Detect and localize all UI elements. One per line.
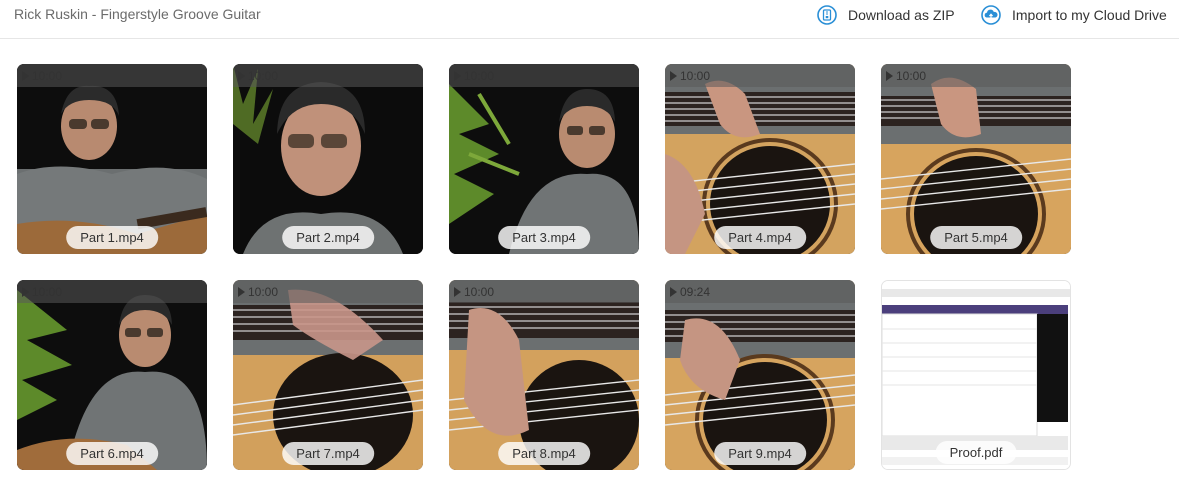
file-name: Part 4.mp4	[714, 226, 806, 249]
file-name: Part 7.mp4	[282, 442, 374, 465]
duration-bar: 10:00	[665, 64, 855, 87]
file-name: Part 9.mp4	[714, 442, 806, 465]
video-duration: 10:00	[248, 284, 279, 299]
video-duration: 10:00	[32, 68, 63, 83]
cloud-upload-icon	[981, 5, 1001, 25]
import-cloud-drive-button[interactable]: Import to my Cloud Drive	[981, 4, 1167, 26]
file-tile[interactable]: 10:00 Part 4.mp4	[665, 64, 855, 254]
duration-bar: 10:00	[881, 64, 1071, 87]
file-tile[interactable]: 10:00 Part 7.mp4	[233, 280, 423, 470]
file-tile[interactable]: 09:24 Part 9.mp4	[665, 280, 855, 470]
file-name: Part 5.mp4	[930, 226, 1022, 249]
play-icon	[238, 70, 245, 81]
video-duration: 10:00	[464, 284, 495, 299]
play-icon	[670, 70, 677, 81]
play-icon	[454, 286, 461, 297]
download-zip-label: Download as ZIP	[848, 7, 955, 23]
play-icon	[886, 70, 893, 81]
file-name: Part 3.mp4	[498, 226, 590, 249]
file-name: Proof.pdf	[935, 441, 1017, 464]
file-tile[interactable]: 10:00 Part 1.mp4	[17, 64, 207, 254]
duration-bar: 10:00	[233, 64, 423, 87]
file-tile[interactable]: 10:00 Part 8.mp4	[449, 280, 639, 470]
duration-bar: 10:00	[449, 280, 639, 303]
file-name: Part 2.mp4	[282, 226, 374, 249]
import-cloud-drive-label: Import to my Cloud Drive	[1012, 7, 1167, 23]
video-duration: 10:00	[896, 68, 927, 83]
top-bar: Rick Ruskin - Fingerstyle Groove Guitar …	[0, 0, 1179, 39]
file-tile[interactable]: 10:00 Part 3.mp4	[449, 64, 639, 254]
duration-bar: 09:24	[665, 280, 855, 303]
zip-file-icon	[817, 5, 837, 25]
video-duration: 10:00	[464, 68, 495, 83]
play-icon	[22, 70, 29, 81]
file-name: Part 6.mp4	[66, 442, 158, 465]
duration-bar: 10:00	[17, 280, 207, 303]
video-duration: 10:00	[248, 68, 279, 83]
file-name: Part 8.mp4	[498, 442, 590, 465]
duration-bar: 10:00	[17, 64, 207, 87]
video-duration: 09:24	[680, 284, 711, 299]
play-icon	[238, 286, 245, 297]
play-icon	[22, 286, 29, 297]
folder-title: Rick Ruskin - Fingerstyle Groove Guitar	[14, 6, 261, 22]
file-tile[interactable]: 10:00 Part 5.mp4	[881, 64, 1071, 254]
download-zip-button[interactable]: Download as ZIP	[817, 4, 955, 26]
file-tile[interactable]: 10:00 Part 2.mp4	[233, 64, 423, 254]
file-name: Part 1.mp4	[66, 226, 158, 249]
video-duration: 10:00	[32, 284, 63, 299]
play-icon	[454, 70, 461, 81]
duration-bar: 10:00	[233, 280, 423, 303]
video-duration: 10:00	[680, 68, 711, 83]
file-tile[interactable]: 10:00 Part 6.mp4	[17, 280, 207, 470]
play-icon	[670, 286, 677, 297]
duration-bar: 10:00	[449, 64, 639, 87]
file-tile[interactable]: Proof.pdf	[881, 280, 1071, 470]
